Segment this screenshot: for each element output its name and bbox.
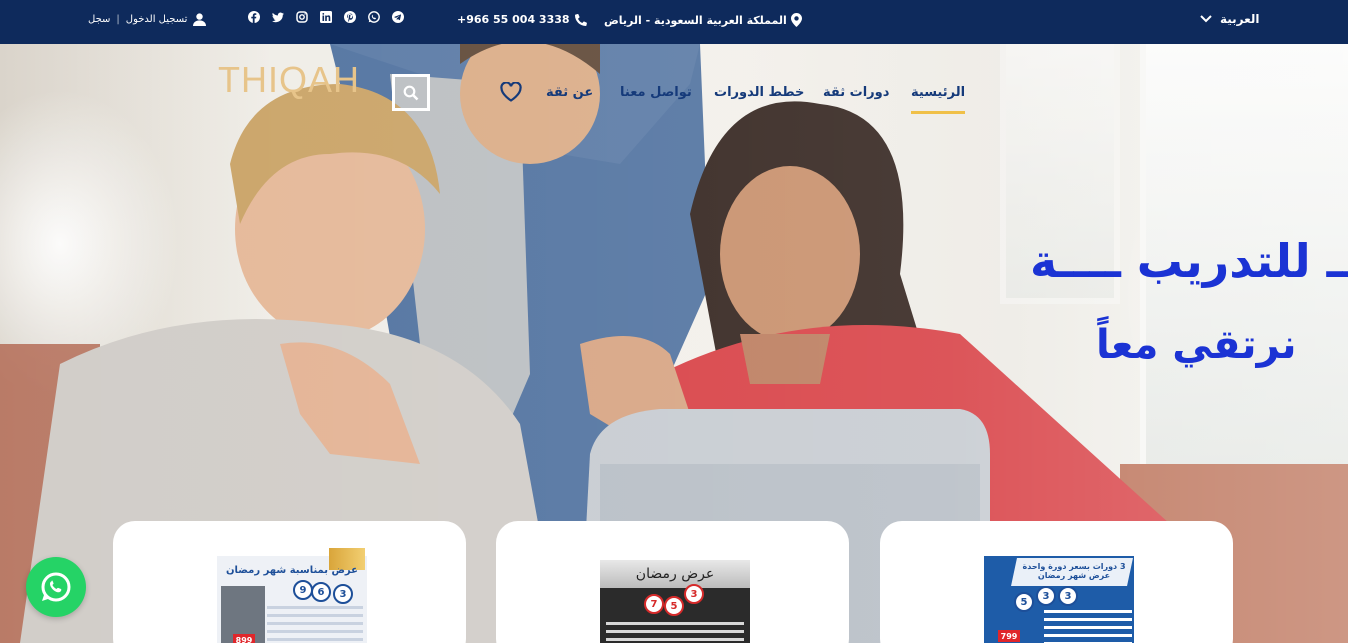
instagram-icon[interactable] (296, 11, 308, 23)
phone-number: +966 55 004 3338 (457, 13, 570, 26)
poster-header (984, 546, 1134, 556)
search-button[interactable] (392, 74, 430, 111)
location-info: المملكة العربية السعودية - الرياض (604, 13, 802, 27)
poster-header (600, 546, 750, 560)
poster-title: عرض بمناسبة شهر رمضان (226, 565, 358, 576)
nav-item-course-plans[interactable]: خطط الدورات (714, 85, 804, 100)
poster-price: 799 (998, 630, 1020, 642)
whatsapp-icon[interactable] (368, 11, 380, 23)
poster-number: 3 (333, 584, 353, 604)
facebook-icon[interactable] (248, 11, 260, 23)
auth-links: سجل | تسجيل الدخول (88, 13, 207, 26)
telegram-icon[interactable] (392, 11, 404, 23)
poster-number: 6 (311, 582, 331, 602)
hero-headline: ــ للتدريب ــــة (1030, 234, 1348, 288)
poster-title: 3 دورات بسعر دورة واحدة عرض شهر رمضان (1022, 562, 1126, 580)
wishlist-heart-icon[interactable] (500, 82, 522, 102)
language-selector[interactable]: العربية (1200, 12, 1260, 26)
language-label: العربية (1220, 12, 1260, 26)
poster-number: 9 (293, 580, 313, 600)
nav-item-home[interactable]: الرئيسية (911, 85, 966, 114)
location-text: المملكة العربية السعودية - الرياض (604, 13, 787, 27)
poster-text-lines (267, 606, 363, 643)
course-card[interactable]: عرض بمناسبة شهر رمضان 9 6 3 899 (113, 521, 466, 643)
poster-number: 3 (1036, 586, 1056, 606)
poster-text-lines (1044, 610, 1132, 643)
course-card[interactable]: عرض رمضان 3 5 7 (496, 521, 849, 643)
nav-item-courses[interactable]: دورات ثقة (823, 85, 889, 100)
poster-price: 899 (233, 634, 255, 643)
register-link[interactable]: سجل (88, 14, 110, 25)
nav-item-about[interactable]: عن ثقة (546, 85, 593, 100)
search-icon (403, 85, 419, 100)
social-links (248, 11, 404, 23)
course-poster: عرض رمضان 3 5 7 (600, 546, 750, 643)
linkedin-icon[interactable] (320, 11, 332, 23)
twitter-icon[interactable] (272, 11, 284, 23)
poster-number: 7 (644, 594, 664, 614)
chevron-down-icon (1200, 15, 1212, 23)
course-poster: عرض بمناسبة شهر رمضان 9 6 3 899 (217, 546, 367, 643)
nav-item-contact[interactable]: تواصل معنا (620, 85, 692, 100)
phone-icon (574, 13, 587, 26)
pinterest-icon[interactable] (344, 11, 356, 23)
poster-number: 3 (684, 584, 704, 604)
poster-title: عرض رمضان (635, 566, 715, 582)
poster-text-lines (606, 622, 744, 643)
hero-subline: نرتقي معاً (1096, 322, 1297, 368)
map-pin-icon (790, 13, 802, 27)
course-card[interactable]: 3 دورات بسعر دورة واحدة عرض شهر رمضان 5 … (880, 521, 1233, 643)
poster-number: 5 (1014, 592, 1034, 612)
poster-number: 3 (1058, 586, 1078, 606)
login-link[interactable]: تسجيل الدخول (126, 14, 188, 25)
whatsapp-icon (41, 572, 71, 602)
whatsapp-chat-button[interactable] (26, 557, 86, 617)
poster-number: 5 (664, 596, 684, 616)
divider: | (116, 14, 120, 25)
top-bar: العربية المملكة العربية السعودية - الريا… (0, 0, 1348, 44)
user-icon (193, 13, 207, 26)
site-logo[interactable]: THIQAH (218, 59, 360, 101)
course-poster: 3 دورات بسعر دورة واحدة عرض شهر رمضان 5 … (984, 546, 1134, 643)
phone-link[interactable]: +966 55 004 3338 (457, 13, 587, 26)
